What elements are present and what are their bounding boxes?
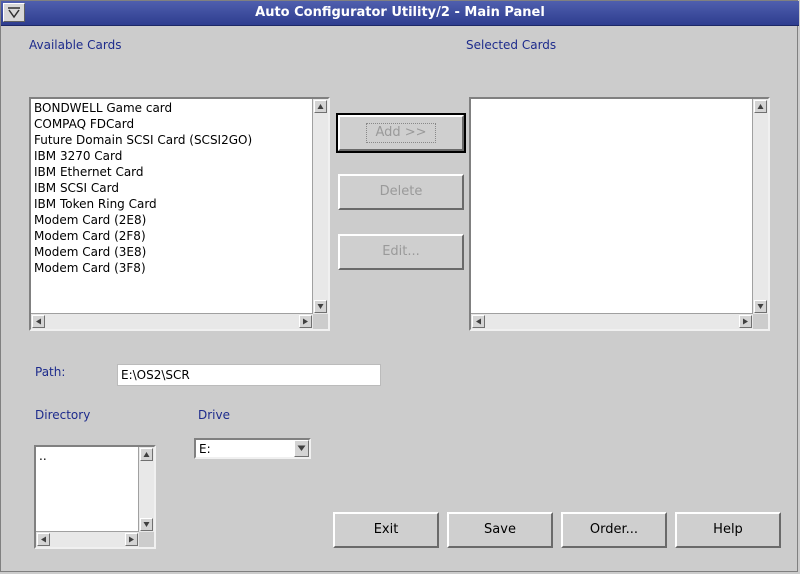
available-cards-label: Available Cards: [29, 38, 122, 52]
list-item[interactable]: IBM SCSI Card: [32, 180, 311, 196]
window-title: Auto Configurator Utility/2 - Main Panel: [255, 5, 545, 20]
delete-button-label: Delete: [379, 184, 423, 199]
arrow-right-icon[interactable]: [299, 315, 312, 328]
list-item[interactable]: Modem Card (2F8): [32, 228, 311, 244]
vertical-scrollbar[interactable]: [138, 447, 154, 532]
save-button[interactable]: Save: [447, 512, 553, 548]
exit-button[interactable]: Exit: [333, 512, 439, 548]
vertical-scrollbar[interactable]: [752, 99, 768, 314]
scrollbar-corner: [139, 532, 154, 547]
help-button-label: Help: [713, 522, 743, 537]
help-button[interactable]: Help: [675, 512, 781, 548]
save-button-label: Save: [484, 522, 516, 537]
selected-cards-items: [472, 100, 751, 312]
order-button[interactable]: Order...: [561, 512, 667, 548]
list-item[interactable]: Modem Card (3E8): [32, 244, 311, 260]
arrow-up-icon[interactable]: [754, 100, 767, 113]
directory-items: ..: [37, 448, 137, 530]
scrollbar-corner: [753, 314, 768, 329]
add-button[interactable]: Add >>: [336, 113, 466, 153]
scrollbar-corner: [313, 314, 328, 329]
list-item[interactable]: ..: [37, 448, 137, 464]
directory-label: Directory: [35, 408, 91, 422]
directory-listbox[interactable]: ..: [34, 445, 156, 549]
arrow-left-icon[interactable]: [32, 315, 45, 328]
main-panel-window: Auto Configurator Utility/2 - Main Panel…: [0, 0, 799, 572]
drive-label: Drive: [198, 408, 230, 422]
available-cards-items: BONDWELL Game card COMPAQ FDCard Future Do…: [32, 100, 311, 312]
arrow-right-icon[interactable]: [125, 533, 138, 546]
delete-button[interactable]: Delete: [338, 174, 464, 210]
arrow-up-icon[interactable]: [140, 448, 153, 461]
title-bar[interactable]: Auto Configurator Utility/2 - Main Panel: [1, 1, 799, 26]
list-item[interactable]: Future Domain SCSI Card (SCSI2GO): [32, 132, 311, 148]
arrow-up-icon[interactable]: [314, 100, 327, 113]
list-item[interactable]: IBM Token Ring Card: [32, 196, 311, 212]
selected-cards-listbox[interactable]: [469, 97, 770, 331]
order-button-label: Order...: [589, 522, 639, 537]
system-menu-icon[interactable]: [3, 3, 25, 22]
list-item[interactable]: COMPAQ FDCard: [32, 116, 311, 132]
list-item[interactable]: BONDWELL Game card: [32, 100, 311, 116]
edit-button[interactable]: Edit...: [338, 234, 464, 270]
drive-value: E:: [199, 442, 211, 456]
arrow-down-icon[interactable]: [754, 300, 767, 313]
path-field[interactable]: E:\OS2\SCR: [117, 364, 381, 386]
selected-cards-label: Selected Cards: [466, 38, 557, 52]
arrow-down-icon[interactable]: [314, 300, 327, 313]
list-item[interactable]: IBM Ethernet Card: [32, 164, 311, 180]
drive-select[interactable]: E:: [194, 438, 311, 459]
arrow-right-icon[interactable]: [739, 315, 752, 328]
horizontal-scrollbar[interactable]: [36, 531, 139, 547]
available-cards-listbox[interactable]: BONDWELL Game card COMPAQ FDCard Future Do…: [29, 97, 330, 331]
focus-indicator: [366, 123, 436, 143]
vertical-scrollbar[interactable]: [312, 99, 328, 314]
horizontal-scrollbar[interactable]: [31, 313, 313, 329]
exit-button-label: Exit: [373, 522, 399, 537]
list-item[interactable]: Modem Card (2E8): [32, 212, 311, 228]
arrow-left-icon[interactable]: [37, 533, 50, 546]
chevron-down-icon[interactable]: [294, 440, 309, 457]
edit-button-label: Edit...: [382, 244, 420, 259]
path-label: Path:: [35, 365, 66, 379]
arrow-left-icon[interactable]: [472, 315, 485, 328]
horizontal-scrollbar[interactable]: [471, 313, 753, 329]
list-item[interactable]: Modem Card (3F8): [32, 260, 311, 276]
arrow-down-icon[interactable]: [140, 518, 153, 531]
list-item[interactable]: IBM 3270 Card: [32, 148, 311, 164]
